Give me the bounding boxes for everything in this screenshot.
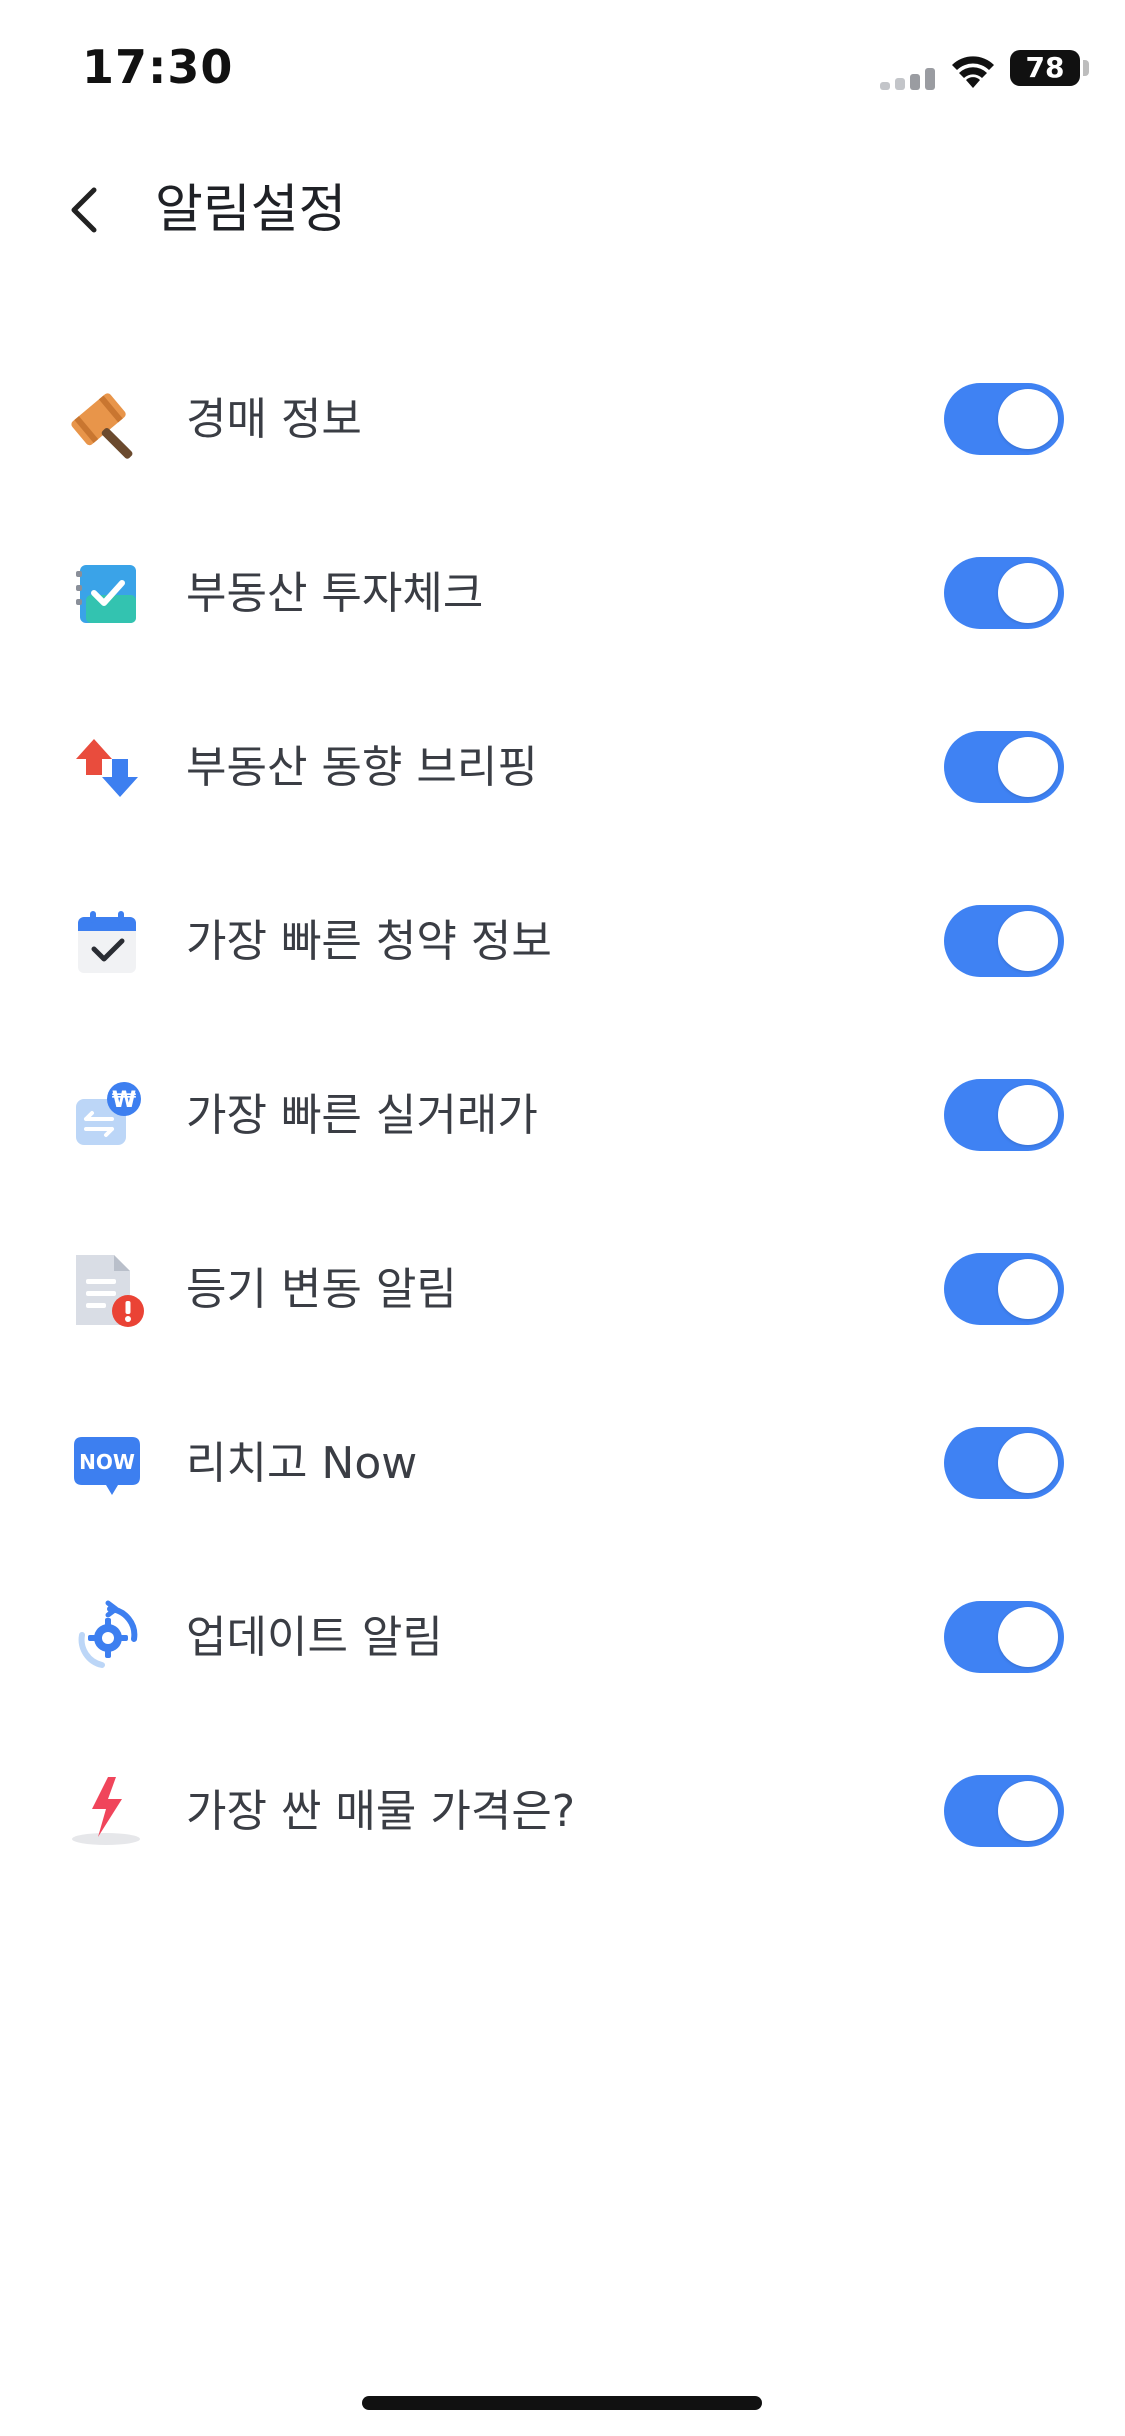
setting-row-update: 업데이트 알림 xyxy=(0,1549,1125,1723)
toggle-knob xyxy=(998,911,1058,971)
chevron-left-icon xyxy=(71,187,97,233)
wifi-icon xyxy=(952,56,994,88)
toggle-real-transaction[interactable] xyxy=(944,1079,1064,1151)
toggle-knob xyxy=(998,1781,1058,1841)
svg-text:NOW: NOW xyxy=(79,1450,135,1474)
setting-label: 가장 빠른 실거래가 xyxy=(186,1090,538,1141)
won-transaction-icon: ₩ xyxy=(76,1082,141,1145)
toggle-knob xyxy=(998,1433,1058,1493)
back-button[interactable] xyxy=(48,174,120,246)
toggle-knob xyxy=(998,389,1058,449)
toggle-knob xyxy=(998,1259,1058,1319)
status-time: 17:30 xyxy=(82,40,234,94)
document-alert-icon xyxy=(76,1255,144,1327)
setting-label: 경매 정보 xyxy=(186,394,362,445)
calendar-check-icon xyxy=(78,911,136,973)
home-indicator xyxy=(362,2396,762,2410)
toggle-cheapest-listing[interactable] xyxy=(944,1775,1064,1847)
toggle-registry-change[interactable] xyxy=(944,1253,1064,1325)
setting-row-market-briefing: 부동산 동향 브리핑 xyxy=(0,679,1125,853)
checklist-icon xyxy=(76,565,136,623)
setting-row-cheapest-listing: 가장 싼 매물 가격은? xyxy=(0,1723,1125,1897)
setting-row-richgo-now: NOW 리치고 Now xyxy=(0,1375,1125,1549)
setting-label: 부동산 동향 브리핑 xyxy=(186,742,538,793)
setting-label: 업데이트 알림 xyxy=(186,1612,443,1663)
setting-row-real-transaction: ₩ 가장 빠른 실거래가 xyxy=(0,1027,1125,1201)
toggle-auction[interactable] xyxy=(944,383,1064,455)
setting-label: 부동산 투자체크 xyxy=(186,568,484,619)
setting-label: 가장 싼 매물 가격은? xyxy=(186,1786,576,1837)
toggle-knob xyxy=(998,1085,1058,1145)
gear-refresh-icon xyxy=(78,1600,138,1668)
toggle-knob xyxy=(998,737,1058,797)
header: 알림설정 xyxy=(0,150,1125,270)
setting-label: 등기 변동 알림 xyxy=(186,1264,457,1315)
gavel-icon xyxy=(71,393,133,459)
toggle-subscription[interactable] xyxy=(944,905,1064,977)
setting-label: 리치고 Now xyxy=(186,1438,418,1489)
status-bar: 17:30 78 xyxy=(0,0,1125,140)
setting-row-auction: 경매 정보 xyxy=(0,331,1125,505)
toggle-update[interactable] xyxy=(944,1601,1064,1673)
svg-text:₩: ₩ xyxy=(112,1088,136,1113)
cellular-signal-icon xyxy=(880,68,936,90)
settings-list: 경매 정보 부동산 투자체크 부동산 동향 브리핑 가장 빠른 청약 정보 ₩ … xyxy=(0,331,1125,1897)
lightning-icon xyxy=(72,1777,140,1845)
setting-label: 가장 빠른 청약 정보 xyxy=(186,916,552,967)
now-badge-icon: NOW xyxy=(74,1437,140,1495)
up-down-arrows-icon xyxy=(76,739,138,797)
setting-row-investment-check: 부동산 투자체크 xyxy=(0,505,1125,679)
setting-row-subscription: 가장 빠른 청약 정보 xyxy=(0,853,1125,1027)
battery-level: 78 xyxy=(1025,51,1065,84)
toggle-richgo-now[interactable] xyxy=(944,1427,1064,1499)
page-title: 알림설정 xyxy=(155,180,347,240)
toggle-investment-check[interactable] xyxy=(944,557,1064,629)
battery-cap xyxy=(1083,60,1089,76)
setting-row-registry-change: 등기 변동 알림 xyxy=(0,1201,1125,1375)
toggle-market-briefing[interactable] xyxy=(944,731,1064,803)
toggle-knob xyxy=(998,563,1058,623)
battery-icon: 78 xyxy=(1010,50,1080,86)
toggle-knob xyxy=(998,1607,1058,1667)
